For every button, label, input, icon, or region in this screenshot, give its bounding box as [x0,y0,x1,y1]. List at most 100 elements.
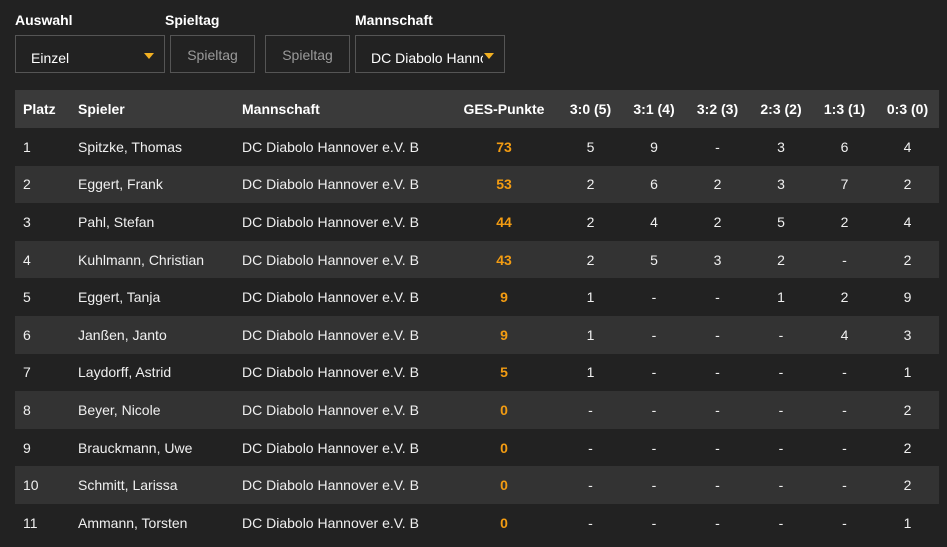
score-3-2-cell: - [715,364,720,381]
auswahl-value: Einzel [31,50,70,66]
score-2-3-cell: - [778,326,784,343]
platz-cell: 6 [23,326,31,343]
score-3-0-cell: 2 [586,176,595,193]
score-3-2-cell: - [715,138,720,155]
mannschaft-cell: DC Diabolo Hannover e.V. B [242,477,419,494]
spieler-cell: Brauckmann, Uwe [78,439,193,456]
score-1-3-cell: - [842,439,847,456]
score-0-3-cell: 2 [903,251,912,268]
points-cell: 9 [500,326,508,343]
score-1-3-cell: - [842,477,847,494]
col-header-3-2[interactable]: 3:2 (3) [686,90,749,128]
table-row: 4 Kuhlmann, Christian DC Diabolo Hannover … [15,240,939,279]
score-2-3-cell: - [778,477,784,494]
score-3-1-cell: 9 [650,138,658,155]
spieler-cell: Spitzke, Thomas [78,138,183,155]
platz-cell: 9 [23,439,31,456]
auswahl-label: Auswahl [15,12,73,28]
table-row: 8 Beyer, Nicole DC Diabolo Hannover e.V. B… [15,391,939,429]
score-3-0-cell: 5 [586,138,595,155]
score-3-1-cell: - [651,477,657,494]
score-0-3-cell: 4 [903,213,912,230]
score-0-3-cell: 2 [903,176,912,193]
spieler-cell: Laydorff, Astrid [78,364,172,381]
mannschaft-cell: DC Diabolo Hannover e.V. B [242,439,419,456]
table-row: 2 Eggert, Frank DC Diabolo Hannover e.V. B… [15,165,939,204]
col-header-platz[interactable]: Platz [15,90,70,128]
score-1-3-cell: 2 [840,289,849,306]
table-row: 9 Brauckmann, Uwe DC Diabolo Hannover e.V.… [15,428,939,467]
score-3-0-cell: 1 [586,364,595,381]
score-3-1-cell: 6 [650,176,658,193]
score-3-2-cell: - [715,439,720,456]
points-cell: 43 [496,251,512,268]
spieler-cell: Eggert, Tanja [78,289,161,306]
score-2-3-cell: - [778,401,784,418]
score-0-3-cell: 1 [903,514,912,531]
points-cell: 44 [496,213,512,230]
col-header-0-3[interactable]: 0:3 (0) [876,90,939,128]
score-2-3-cell: 5 [777,213,785,230]
table-row: 11 Ammann, Torsten DC Diabolo Hannover e.V… [15,503,939,542]
platz-cell: 8 [23,401,31,418]
platz-cell: 10 [23,477,39,494]
table-row: 7 Laydorff, Astrid DC Diabolo Hannover e.V… [15,353,939,392]
spieler-cell: Ammann, Torsten [78,514,188,531]
platz-cell: 7 [23,364,31,381]
auswahl-select[interactable]: Einzel [15,35,165,73]
mannschaft-cell: DC Diabolo Hannover e.V. B [242,289,419,306]
filter-bar: Auswahl Spieltag Mannschaft Einzel Spiel… [0,0,947,90]
score-0-3-cell: 2 [903,401,912,418]
table-row: 3 Pahl, Stefan DC Diabolo Hannover e.V. B 4… [15,203,939,241]
points-cell: 73 [496,138,512,155]
mannschaft-value: DC Diabolo Hannover e.V. B [371,50,483,66]
spieler-cell: Pahl, Stefan [78,213,155,230]
mannschaft-cell: DC Diabolo Hannover e.V. B [242,138,419,155]
score-3-2-cell: - [715,514,720,531]
points-cell: 9 [500,289,508,306]
col-header-mannschaft[interactable]: Mannschaft [234,90,449,128]
score-3-2-cell: - [715,477,720,494]
score-1-3-cell: - [842,251,847,268]
score-3-1-cell: - [651,289,657,306]
spieler-cell: Schmitt, Larissa [78,477,178,494]
spieltag-button-1[interactable]: Spieltag [170,35,255,73]
score-3-0-cell: 2 [586,251,595,268]
score-0-3-cell: 3 [903,326,912,343]
score-3-2-cell: - [715,289,720,306]
score-3-1-cell: 4 [650,213,658,230]
mannschaft-cell: DC Diabolo Hannover e.V. B [242,213,419,230]
col-header-spieler[interactable]: Spieler [70,90,234,128]
platz-cell: 4 [23,251,31,268]
score-2-3-cell: 3 [777,138,785,155]
score-3-1-cell: 5 [650,251,658,268]
points-cell: 0 [500,514,508,531]
score-1-3-cell: - [842,514,847,531]
col-header-ges-punkte[interactable]: GES-Punkte [449,90,559,128]
spieler-cell: Eggert, Frank [78,176,163,193]
mannschaft-cell: DC Diabolo Hannover e.V. B [242,326,419,343]
mannschaft-cell: DC Diabolo Hannover e.V. B [242,251,419,268]
col-header-3-1[interactable]: 3:1 (4) [622,90,686,128]
score-3-2-cell: 3 [713,251,722,268]
col-header-2-3[interactable]: 2:3 (2) [749,90,813,128]
score-3-1-cell: - [651,326,657,343]
score-3-0-cell: 2 [586,213,595,230]
mannschaft-select[interactable]: DC Diabolo Hannover e.V. B [355,35,505,73]
mannschaft-label: Mannschaft [355,12,433,28]
table-row: 10 Schmitt, Larissa DC Diabolo Hannover e.… [15,466,939,504]
score-1-3-cell: 4 [840,326,849,343]
score-3-2-cell: - [715,326,720,343]
platz-cell: 1 [23,138,31,155]
points-cell: 5 [500,364,508,381]
score-3-0-cell: - [588,401,593,418]
spieltag-button-2[interactable]: Spieltag [265,35,350,73]
col-header-3-0[interactable]: 3:0 (5) [559,90,622,128]
mannschaft-cell: DC Diabolo Hannover e.V. B [242,364,419,381]
mannschaft-cell: DC Diabolo Hannover e.V. B [242,401,419,418]
spieler-cell: Beyer, Nicole [78,401,161,418]
score-0-3-cell: 4 [903,138,912,155]
col-header-1-3[interactable]: 1:3 (1) [813,90,876,128]
score-1-3-cell: 7 [840,176,849,193]
score-3-0-cell: - [588,439,593,456]
